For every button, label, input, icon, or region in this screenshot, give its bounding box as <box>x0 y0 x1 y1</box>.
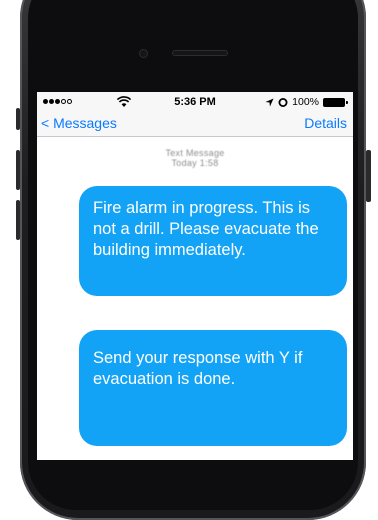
battery-percent: 100% <box>292 96 319 108</box>
message-bubble[interactable]: Send your response with Y if evacuation … <box>79 330 347 446</box>
alarm-icon <box>278 98 288 107</box>
volume-up-button <box>16 150 20 190</box>
message-timestamp: Text Message Today 1:58 <box>37 148 353 168</box>
details-button[interactable]: Details <box>304 115 347 131</box>
phone-screen: 5:36 PM 100% < Messages Details Text Mes… <box>37 92 353 460</box>
status-bar: 5:36 PM 100% <box>37 92 353 112</box>
volume-down-button <box>16 200 20 240</box>
mute-switch <box>16 108 20 130</box>
navigation-bar: < Messages Details <box>37 112 353 137</box>
location-arrow-icon <box>265 97 274 107</box>
message-bubble[interactable]: Fire alarm in progress. This is not a dr… <box>79 186 347 296</box>
status-right: 100% <box>265 96 348 108</box>
message-date-label: Today 1:58 <box>171 158 219 168</box>
power-button <box>366 150 371 202</box>
battery-icon <box>323 97 348 107</box>
back-to-messages-button[interactable]: < Messages <box>41 115 117 131</box>
earpiece-speaker <box>172 50 228 56</box>
front-camera <box>139 49 148 58</box>
message-type-label: Text Message <box>165 148 225 158</box>
